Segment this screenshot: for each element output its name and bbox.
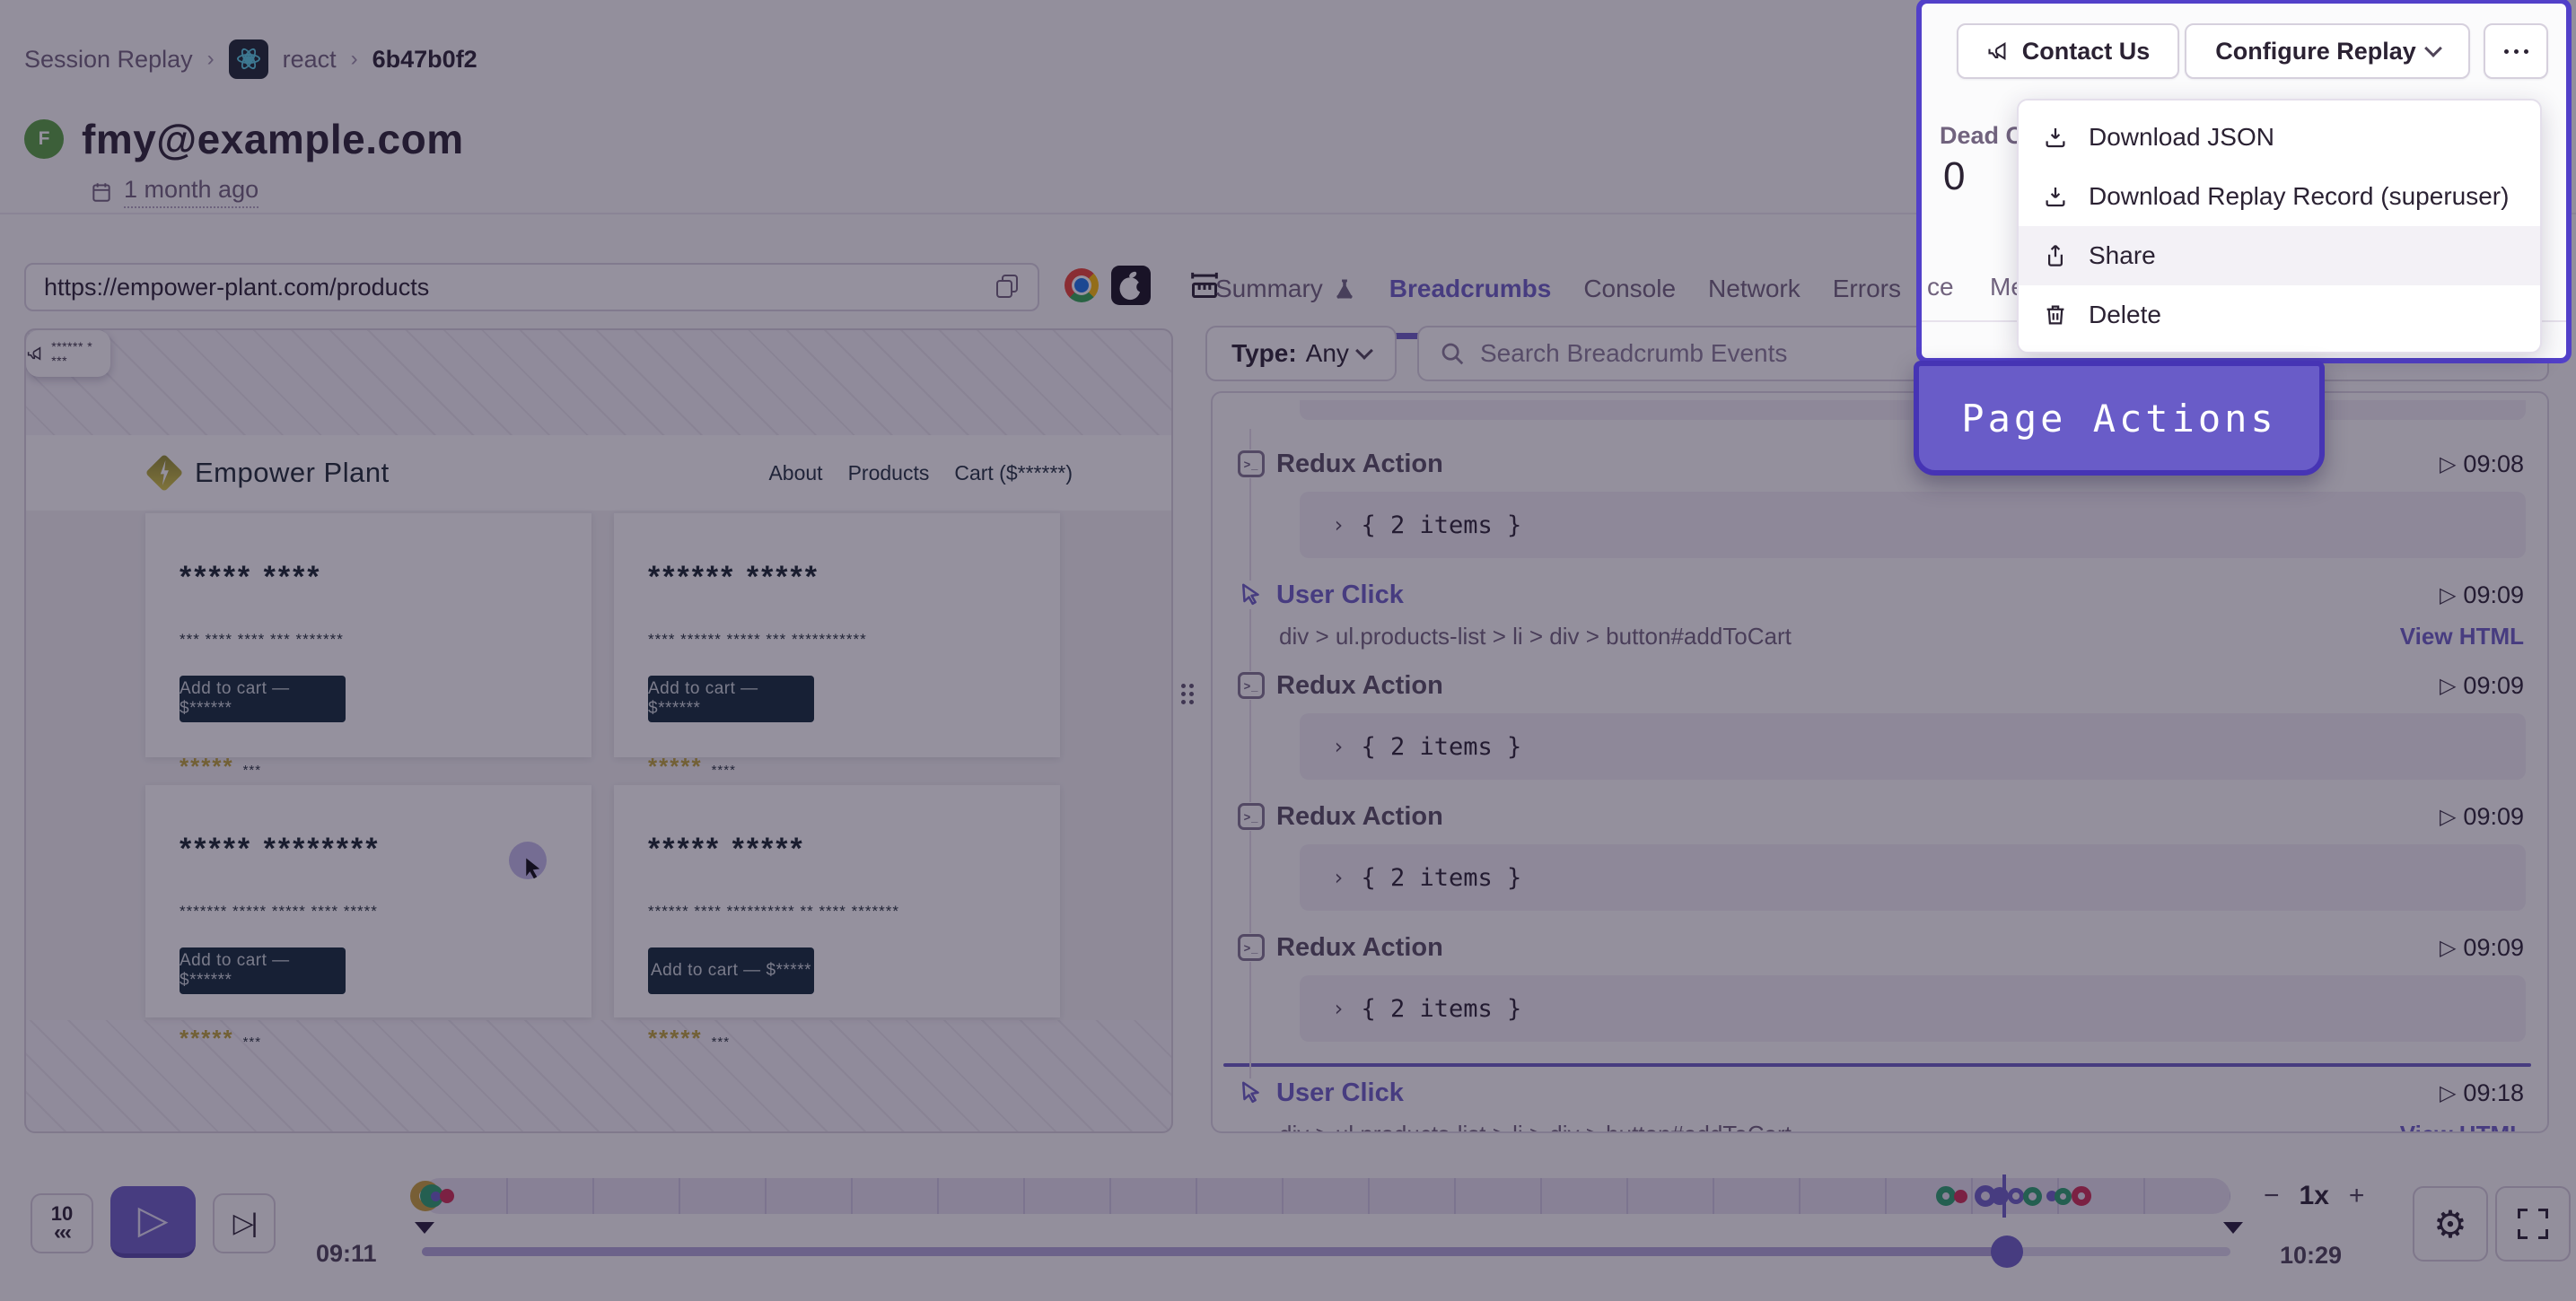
contact-us-button[interactable]: Contact Us — [1957, 23, 2179, 79]
ellipsis-icon — [2503, 48, 2528, 54]
download-icon — [2042, 183, 2069, 210]
configure-replay-button[interactable]: Configure Replay — [2185, 23, 2470, 79]
menu-item-label: Share — [2089, 241, 2156, 269]
tour-tooltip: Page Actions — [1914, 361, 2325, 476]
session-replay-page: Session Replay › react › 6b47b0f2 F fmy@… — [0, 0, 2576, 1301]
menu-item-download-replay-record-superuser[interactable]: Download Replay Record (superuser) — [2019, 167, 2540, 226]
menu-item-share[interactable]: Share — [2019, 226, 2540, 285]
share-icon — [2042, 242, 2069, 269]
menu-item-label: Download Replay Record (superuser) — [2089, 182, 2510, 210]
menu-item-label: Delete — [2089, 301, 2161, 328]
dead-clicks-value: 0 — [1943, 154, 1966, 198]
contact-us-label: Contact Us — [2021, 37, 2151, 65]
tab-fragment: ce — [1927, 273, 1954, 301]
trash-icon — [2042, 301, 2069, 328]
menu-item-download-json[interactable]: Download JSON — [2019, 108, 2540, 167]
chevron-down-icon — [2423, 39, 2442, 57]
menu-item-delete[interactable]: Delete — [2019, 285, 2540, 345]
more-actions-button[interactable] — [2484, 23, 2548, 79]
configure-replay-label: Configure Replay — [2215, 37, 2416, 65]
tour-tooltip-label: Page Actions — [1961, 396, 2277, 441]
download-icon — [2042, 124, 2069, 151]
tour-highlight-region: Contact Us Configure Replay Dead C 0 ceM… — [1916, 0, 2572, 363]
dead-clicks-label: Dead C — [1940, 122, 2024, 149]
menu-item-label: Download JSON — [2089, 123, 2274, 151]
page-actions-menu: Download JSON Download Replay Record (sup… — [2017, 99, 2542, 354]
